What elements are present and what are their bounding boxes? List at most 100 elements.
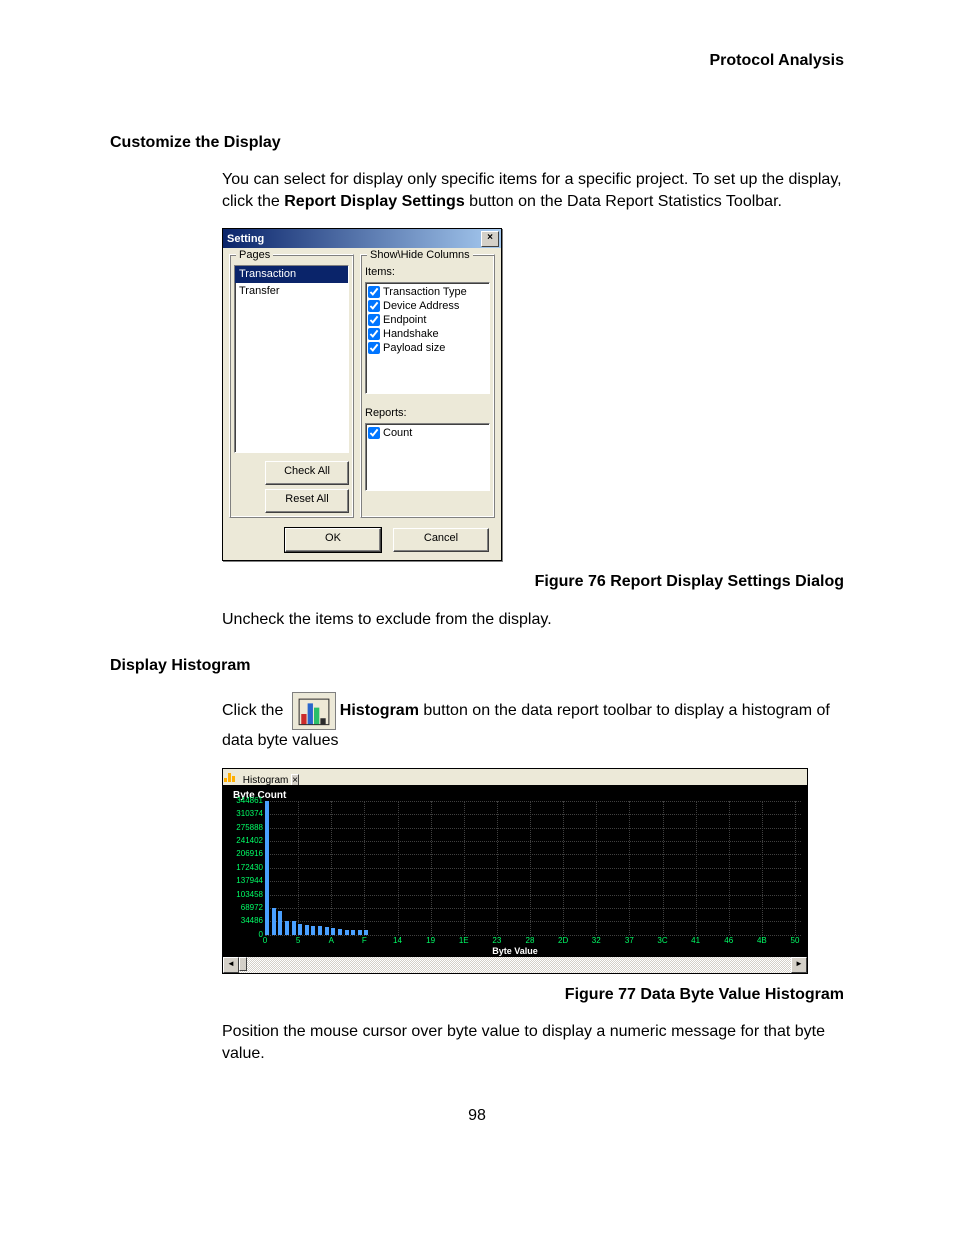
histogram-bar — [292, 921, 296, 934]
x-tick-label: 37 — [625, 936, 634, 947]
uncheck-note: Uncheck the items to exclude from the di… — [222, 609, 844, 631]
y-tick-label: 68972 — [223, 903, 263, 914]
dialog-titlebar[interactable]: Setting × — [223, 229, 501, 248]
columns-legend: Show\Hide Columns — [367, 248, 473, 263]
figure-77-caption: Figure 77 Data Byte Value Histogram — [110, 984, 844, 1006]
cancel-button[interactable]: Cancel — [393, 528, 489, 552]
histogram-plot: Byte Count Byte Value 034486689721034581… — [223, 785, 807, 957]
reports-label: Reports: — [365, 406, 490, 421]
x-tick-label: 32 — [592, 936, 601, 947]
histogram-bar — [311, 926, 315, 935]
check-label: Transaction Type — [383, 285, 467, 299]
checkbox[interactable] — [368, 286, 380, 298]
scroll-left-button[interactable]: ◄ — [223, 957, 239, 973]
section-histogram-p1: Click the Histogram button on the data r… — [222, 692, 844, 752]
check-row[interactable]: Count — [368, 426, 487, 440]
histogram-bar — [298, 924, 302, 934]
histogram-bar — [272, 908, 276, 935]
histogram-bar — [338, 929, 342, 935]
checkbox[interactable] — [368, 328, 380, 340]
check-row[interactable]: Payload size — [368, 341, 487, 355]
close-icon[interactable]: × — [481, 231, 499, 247]
x-tick-label: 41 — [691, 936, 700, 947]
plot-grid — [265, 801, 801, 935]
horizontal-scrollbar[interactable]: ◄ ► — [223, 957, 807, 973]
settings-dialog: Setting × Pages Transaction Transfer Che… — [222, 228, 502, 561]
scroll-right-button[interactable]: ► — [791, 957, 807, 973]
x-tick-label: 4B — [757, 936, 767, 947]
check-label: Endpoint — [383, 313, 426, 327]
checkbox[interactable] — [368, 342, 380, 354]
text: button on the Data Report Statistics Too… — [465, 193, 782, 210]
hover-note: Position the mouse cursor over byte valu… — [222, 1021, 844, 1064]
reports-checklist: Count — [365, 423, 490, 491]
histogram-bar — [351, 930, 355, 935]
pages-groupbox: Pages Transaction Transfer Check All Res… — [229, 254, 354, 518]
y-tick-label: 344861 — [223, 796, 263, 807]
checkbox[interactable] — [368, 314, 380, 326]
pages-legend: Pages — [236, 248, 273, 263]
y-tick-label: 172430 — [223, 863, 263, 874]
pages-item[interactable]: Transfer — [235, 283, 348, 300]
x-tick-label: 1E — [459, 936, 469, 947]
x-tick-label: 0 — [263, 936, 267, 947]
x-tick-label: 28 — [526, 936, 535, 947]
checkbox[interactable] — [368, 300, 380, 312]
reset-all-button[interactable]: Reset All — [265, 489, 349, 513]
pages-item[interactable]: Transaction — [235, 266, 348, 283]
y-tick-label: 206916 — [223, 849, 263, 860]
section-customize-title: Customize the Display — [110, 132, 844, 154]
x-tick-label: 14 — [393, 936, 402, 947]
figure-76-container: Setting × Pages Transaction Transfer Che… — [222, 228, 844, 561]
y-tick-label: 34486 — [223, 916, 263, 927]
button-name-bold: Histogram — [340, 702, 419, 719]
pages-listbox[interactable]: Transaction Transfer — [234, 265, 349, 453]
histogram-bar — [278, 911, 282, 934]
histogram-titlebar-icon — [223, 769, 237, 783]
text: Click the — [222, 702, 288, 719]
check-row[interactable]: Handshake — [368, 327, 487, 341]
histogram-bar — [265, 801, 269, 935]
histogram-window: Histogram × Byte Count Byte Value 034486… — [222, 768, 808, 974]
x-tick-label: 2D — [558, 936, 568, 947]
check-label: Handshake — [383, 327, 439, 341]
running-header: Protocol Analysis — [110, 50, 844, 72]
check-all-button[interactable]: Check All — [265, 461, 349, 485]
menu-name-bold: Report Display Settings — [284, 193, 464, 210]
y-tick-label: 0 — [223, 930, 263, 941]
check-row[interactable]: Device Address — [368, 299, 487, 313]
items-checklist: Transaction Type Device Address Endpoint… — [365, 282, 490, 394]
histogram-icon — [292, 692, 336, 730]
x-tick-label: 23 — [492, 936, 501, 947]
figure-76-caption: Figure 76 Report Display Settings Dialog — [110, 571, 844, 593]
y-tick-label: 103458 — [223, 890, 263, 901]
check-label: Device Address — [383, 299, 459, 313]
scroll-thumb[interactable] — [239, 957, 247, 971]
section-customize-p1: You can select for display only specific… — [222, 169, 844, 212]
histogram-bar — [331, 928, 335, 935]
columns-groupbox: Show\Hide Columns Items: Transaction Typ… — [360, 254, 495, 518]
page: Protocol Analysis Customize the Display … — [0, 0, 954, 1166]
check-label: Count — [383, 426, 412, 440]
x-tick-label: 3C — [657, 936, 667, 947]
check-label: Payload size — [383, 341, 445, 355]
figure-77-container: Histogram × Byte Count Byte Value 034486… — [222, 768, 844, 974]
x-tick-label: 5 — [296, 936, 300, 947]
dialog-title: Setting — [227, 232, 264, 247]
check-row[interactable]: Endpoint — [368, 313, 487, 327]
y-tick-label: 241402 — [223, 836, 263, 847]
histogram-bar — [364, 930, 368, 934]
checkbox[interactable] — [368, 427, 380, 439]
y-tick-label: 275888 — [223, 823, 263, 834]
x-tick-label: 50 — [791, 936, 800, 947]
check-row[interactable]: Transaction Type — [368, 285, 487, 299]
x-tick-label: 46 — [724, 936, 733, 947]
items-label: Items: — [365, 265, 490, 280]
histogram-bar — [285, 921, 289, 934]
ok-button[interactable]: OK — [285, 528, 381, 552]
histogram-bar — [345, 930, 349, 935]
hist-titlebar[interactable]: Histogram × — [223, 769, 807, 785]
page-number: 98 — [110, 1105, 844, 1127]
histogram-bar — [358, 930, 362, 935]
scroll-track[interactable] — [239, 957, 791, 973]
